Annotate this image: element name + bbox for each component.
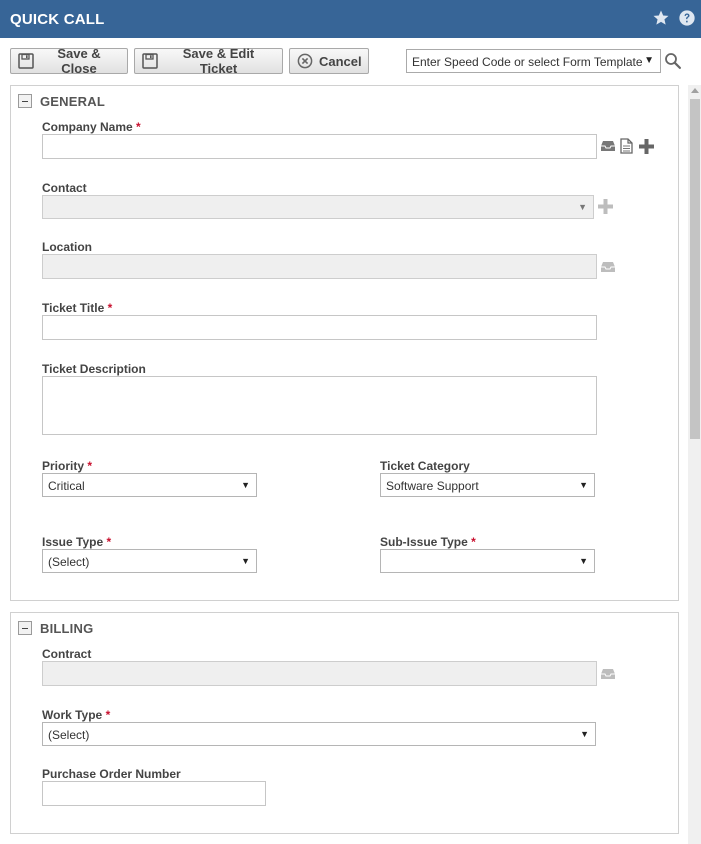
issue-type-label: Issue Type * xyxy=(42,535,112,549)
company-name-label: Company Name * xyxy=(42,120,141,134)
contract-input xyxy=(42,661,597,686)
work-type-value: (Select) xyxy=(48,728,90,742)
chevron-down-icon: ▼ xyxy=(579,556,588,566)
location-label: Location xyxy=(42,240,92,254)
company-name-input[interactable] xyxy=(42,134,597,159)
save-edit-ticket-button[interactable]: Save & Edit Ticket xyxy=(134,46,283,76)
cancel-button[interactable]: Cancel xyxy=(289,48,369,74)
billing-section-title: BILLING xyxy=(40,620,94,636)
ticket-description-label: Ticket Description xyxy=(42,362,146,376)
title-bar: QUICK CALL xyxy=(0,0,701,38)
purchase-order-number-input[interactable] xyxy=(42,781,266,806)
priority-label: Priority * xyxy=(42,459,93,473)
collapse-icon[interactable] xyxy=(18,621,32,635)
required-marker: * xyxy=(87,459,93,473)
vertical-scrollbar[interactable] xyxy=(688,85,701,844)
work-type-label: Work Type * xyxy=(42,708,111,722)
speed-code-select[interactable]: Enter Speed Code or select Form Template… xyxy=(406,49,661,73)
chevron-down-icon: ▼ xyxy=(644,55,654,66)
contact-select[interactable]: ▼ xyxy=(42,195,594,219)
contact-label: Contact xyxy=(42,181,87,195)
required-marker: * xyxy=(107,301,113,315)
billing-section-header[interactable]: BILLING xyxy=(18,620,93,636)
required-marker: * xyxy=(471,535,476,549)
lookup-tray-icon[interactable] xyxy=(600,140,616,155)
required-marker: * xyxy=(136,120,141,134)
chevron-down-icon: ▼ xyxy=(578,202,587,212)
lookup-tray-icon xyxy=(600,261,616,276)
ticket-title-input[interactable] xyxy=(42,315,597,340)
priority-select[interactable]: Critical ▼ xyxy=(42,473,257,497)
collapse-icon[interactable] xyxy=(18,94,32,108)
ticket-category-value: Software Support xyxy=(386,479,479,493)
purchase-order-number-label: Purchase Order Number xyxy=(42,767,181,781)
cancel-circle-icon xyxy=(297,53,313,69)
location-input xyxy=(42,254,597,279)
speed-code-value: Enter Speed Code or select Form Template xyxy=(412,55,643,69)
floppy-disk-icon xyxy=(142,53,158,69)
general-section-title: GENERAL xyxy=(40,93,105,109)
window-title: QUICK CALL xyxy=(10,11,105,28)
sub-issue-type-select[interactable]: ▼ xyxy=(380,549,595,573)
work-type-select[interactable]: (Select) ▼ xyxy=(42,722,596,746)
cancel-label: Cancel xyxy=(319,53,362,69)
chevron-down-icon: ▼ xyxy=(241,480,250,490)
star-icon[interactable] xyxy=(652,9,670,30)
plus-icon xyxy=(597,198,614,218)
chevron-down-icon: ▼ xyxy=(579,480,588,490)
scroll-up-arrow-icon[interactable] xyxy=(691,88,699,93)
ticket-description-textarea[interactable] xyxy=(42,376,597,435)
required-marker: * xyxy=(106,535,112,549)
ticket-category-label: Ticket Category xyxy=(380,459,470,473)
save-close-button[interactable]: Save & Close xyxy=(10,46,128,76)
issue-type-select[interactable]: (Select) ▼ xyxy=(42,549,257,573)
ticket-category-select[interactable]: Software Support ▼ xyxy=(380,473,595,497)
save-edit-ticket-label: Save & Edit Ticket xyxy=(182,46,255,76)
general-section: GENERAL Company Name * Contact ▼ Locatio… xyxy=(10,85,679,601)
sub-issue-type-label: Sub-Issue Type * xyxy=(380,535,476,549)
save-close-label: Save & Close xyxy=(57,46,101,76)
general-section-header[interactable]: GENERAL xyxy=(18,93,105,109)
required-marker: * xyxy=(105,708,111,722)
chevron-down-icon: ▼ xyxy=(241,556,250,566)
contract-label: Contract xyxy=(42,647,92,661)
chevron-down-icon: ▼ xyxy=(580,729,589,739)
priority-value: Critical xyxy=(48,479,85,493)
plus-icon[interactable] xyxy=(638,138,655,158)
ticket-title-label: Ticket Title * xyxy=(42,301,113,315)
issue-type-value: (Select) xyxy=(48,555,90,569)
document-icon[interactable] xyxy=(620,138,633,157)
scrollbar-thumb[interactable] xyxy=(690,99,700,439)
floppy-disk-icon xyxy=(18,53,34,69)
billing-section: BILLING Contract Work Type * (Select) ▼ … xyxy=(10,612,679,834)
lookup-tray-icon xyxy=(600,668,616,683)
help-icon[interactable] xyxy=(678,9,696,30)
search-icon[interactable] xyxy=(664,52,682,73)
